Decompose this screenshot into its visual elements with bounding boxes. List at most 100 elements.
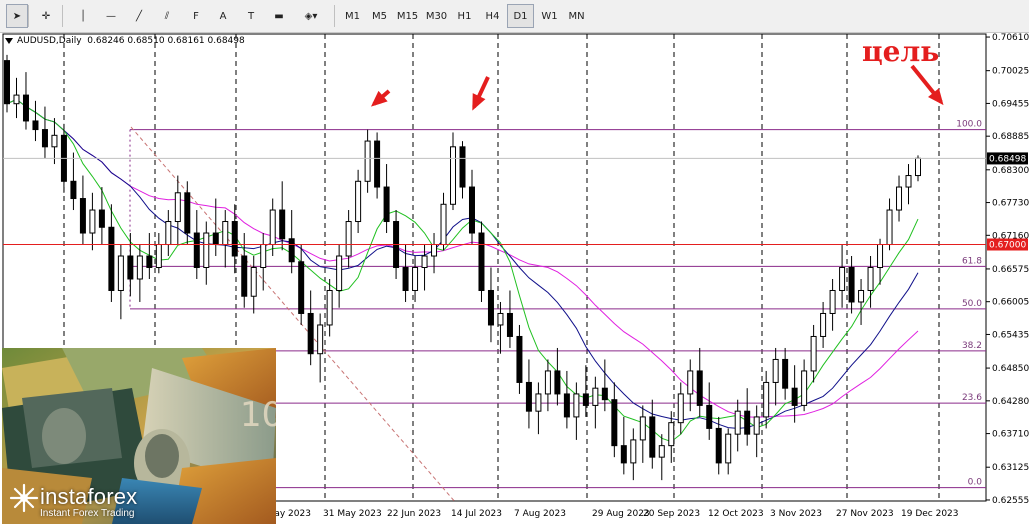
- logo-text: instaforex: [40, 484, 138, 509]
- bullish-candle: [450, 146, 457, 205]
- bearish-candle: [487, 289, 494, 326]
- fibonacci-icon[interactable]: F: [185, 4, 207, 28]
- svg-text:10: 10: [240, 395, 276, 435]
- bullish-candle: [544, 370, 551, 395]
- date-tick-label: 14 Jul 2023: [451, 509, 502, 519]
- timeframe-m1[interactable]: M1: [339, 4, 366, 28]
- bearish-candle: [307, 312, 314, 355]
- bullish-candle: [858, 289, 865, 303]
- bullish-candle: [896, 186, 903, 211]
- crosshair-icon[interactable]: ✛: [35, 4, 57, 28]
- bearish-candle: [554, 370, 561, 395]
- bearish-candle: [241, 255, 248, 297]
- bearish-candle: [231, 221, 238, 257]
- bearish-candle: [402, 267, 409, 291]
- bullish-candle: [867, 267, 874, 291]
- bearish-candle: [374, 140, 381, 188]
- current-price-tag-label: 0.68498: [989, 154, 1026, 164]
- shapes-dropdown-icon[interactable]: ◈▾: [300, 4, 322, 28]
- bearish-candle: [791, 387, 798, 406]
- price-tick-label: 0.64280: [992, 397, 1029, 407]
- text-label-icon[interactable]: T: [240, 4, 262, 28]
- fibo-level-label: 61.8: [962, 256, 982, 266]
- bearish-candle: [193, 232, 200, 269]
- bearish-candle: [184, 192, 191, 234]
- symbol-name: AUDUSD,Daily: [17, 36, 82, 46]
- bearish-candle: [288, 238, 295, 263]
- bearish-candle: [506, 312, 513, 337]
- date-tick-label: 19 Dec 2023: [901, 509, 959, 519]
- trendline-icon[interactable]: ╱: [128, 4, 150, 28]
- date-tick-label: 20 Sep 2023: [643, 509, 700, 519]
- rectangle-icon[interactable]: ▬: [268, 4, 290, 28]
- timeframe-d1[interactable]: D1: [507, 4, 534, 28]
- timeframe-h4[interactable]: H4: [479, 4, 506, 28]
- bullish-candle: [412, 267, 419, 291]
- price-tick-label: 0.70610: [992, 33, 1029, 43]
- price-tick-label: 0.64850: [992, 364, 1029, 374]
- bearish-candle: [41, 129, 48, 148]
- timeframe-w1[interactable]: W1: [536, 4, 563, 28]
- bullish-candle: [905, 175, 912, 188]
- bullish-candle: [269, 209, 276, 246]
- price-tick-label: 0.63710: [992, 430, 1029, 440]
- red-arrows: [370, 64, 944, 111]
- timeframe-m30[interactable]: M30: [423, 4, 450, 28]
- bullish-candle: [203, 232, 210, 269]
- timeframe-mn[interactable]: MN: [563, 4, 590, 28]
- bearish-candle: [468, 186, 475, 234]
- bearish-candle: [782, 358, 789, 389]
- fibo-level-label: 50.0: [962, 299, 982, 309]
- bullish-candle: [630, 439, 637, 464]
- logo-tagline: Instant Forex Trading: [40, 508, 135, 519]
- bearish-candle: [516, 335, 523, 383]
- bearish-candle: [649, 416, 656, 458]
- bearish-candle: [146, 255, 153, 268]
- bullish-candle: [535, 393, 542, 412]
- text-icon[interactable]: A: [212, 4, 234, 28]
- bullish-candle: [317, 324, 324, 355]
- date-tick-label: 29 Aug 2023: [592, 509, 650, 519]
- bullish-candle: [136, 255, 143, 280]
- bullish-candle: [915, 157, 921, 177]
- bullish-candle: [355, 180, 362, 223]
- symbol-info: AUDUSD,Daily 0.68246 0.68510 0.68161 0.6…: [5, 36, 245, 46]
- fibo-level-label: 23.6: [962, 393, 982, 403]
- level-price-tag-label: 0.67000: [989, 241, 1026, 251]
- bearish-candle: [696, 370, 703, 406]
- vertical-line-icon[interactable]: │: [72, 4, 94, 28]
- bullish-candle: [13, 94, 20, 105]
- timeframe-m5[interactable]: M5: [366, 4, 393, 28]
- bullish-candle: [639, 416, 646, 441]
- bullish-candle: [839, 267, 846, 291]
- bullish-candle: [820, 312, 827, 337]
- bullish-candle: [886, 209, 893, 246]
- bearish-candle: [212, 232, 219, 246]
- bullish-candle: [772, 358, 779, 383]
- bearish-candle: [298, 261, 305, 314]
- bullish-candle: [260, 244, 267, 268]
- price-tick-label: 0.68300: [992, 166, 1029, 176]
- symbol-collapse-icon[interactable]: [5, 37, 13, 44]
- bullish-candle: [668, 422, 675, 447]
- bearish-candle: [478, 232, 485, 291]
- fibo-level-label: 100.0: [956, 120, 982, 130]
- bearish-candle: [611, 399, 618, 447]
- timeframe-h1[interactable]: H1: [451, 4, 478, 28]
- bullish-candle: [753, 416, 760, 435]
- horizontal-line-icon[interactable]: —: [100, 4, 122, 28]
- bearish-candle: [459, 146, 466, 188]
- bullish-candle: [174, 192, 181, 223]
- bullish-candle: [592, 387, 599, 406]
- price-tick-label: 0.66575: [992, 265, 1029, 275]
- timeframe-m15[interactable]: M15: [394, 4, 421, 28]
- fibo-level-label: 0.0: [968, 478, 983, 488]
- bearish-candle: [108, 226, 115, 291]
- bearish-candle: [525, 381, 532, 412]
- toolbar-separator: [62, 5, 63, 27]
- cursor-arrow-icon[interactable]: ➤: [6, 4, 28, 28]
- bearish-candle: [98, 209, 105, 228]
- price-tick-label: 0.68885: [992, 132, 1029, 142]
- equidistant-channel-icon[interactable]: ⫽: [156, 4, 178, 28]
- bullish-candle: [734, 410, 741, 435]
